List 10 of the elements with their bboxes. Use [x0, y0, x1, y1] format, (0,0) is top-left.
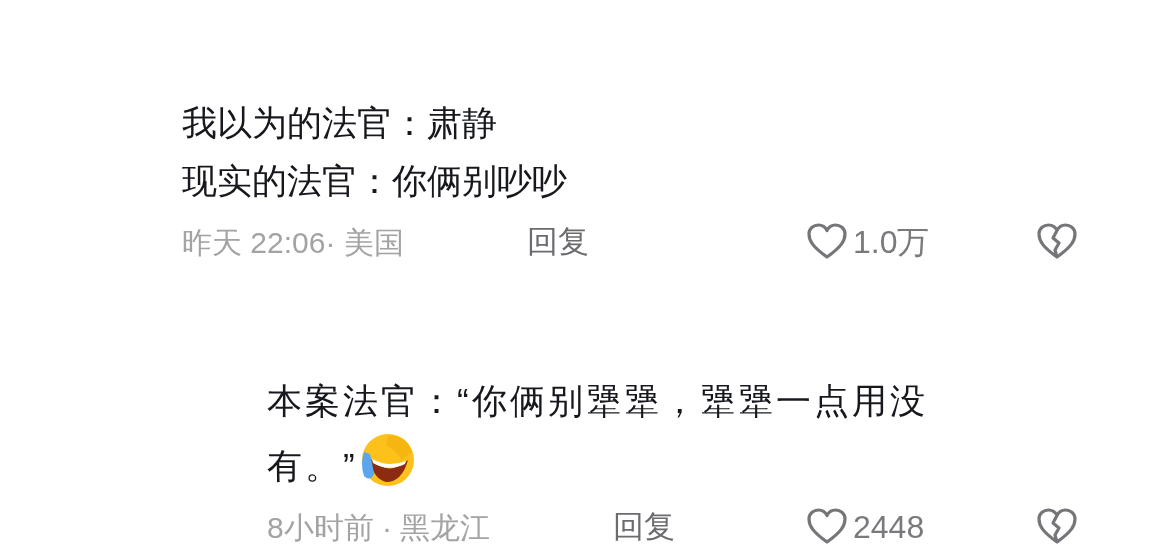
comment-text: 现实的法官：你俩别吵吵 — [182, 161, 567, 200]
reply-link[interactable]: 回复 — [613, 503, 675, 551]
comment-text: 我以为的法官：肃静 — [182, 103, 497, 142]
comment-meta: 8小时前 · 黑龙江 — [267, 509, 492, 546]
comment-meta: 昨天 22:06· 美国 — [182, 224, 405, 261]
like-count: 1.0万 — [853, 223, 930, 262]
comment-text: 有。” — [267, 446, 358, 485]
like-count: 2448 — [853, 508, 925, 547]
comment-text: 本案法官：“你俩别犟犟，犟犟一点用没 — [267, 381, 928, 420]
reply-link[interactable]: 回复 — [527, 218, 589, 266]
